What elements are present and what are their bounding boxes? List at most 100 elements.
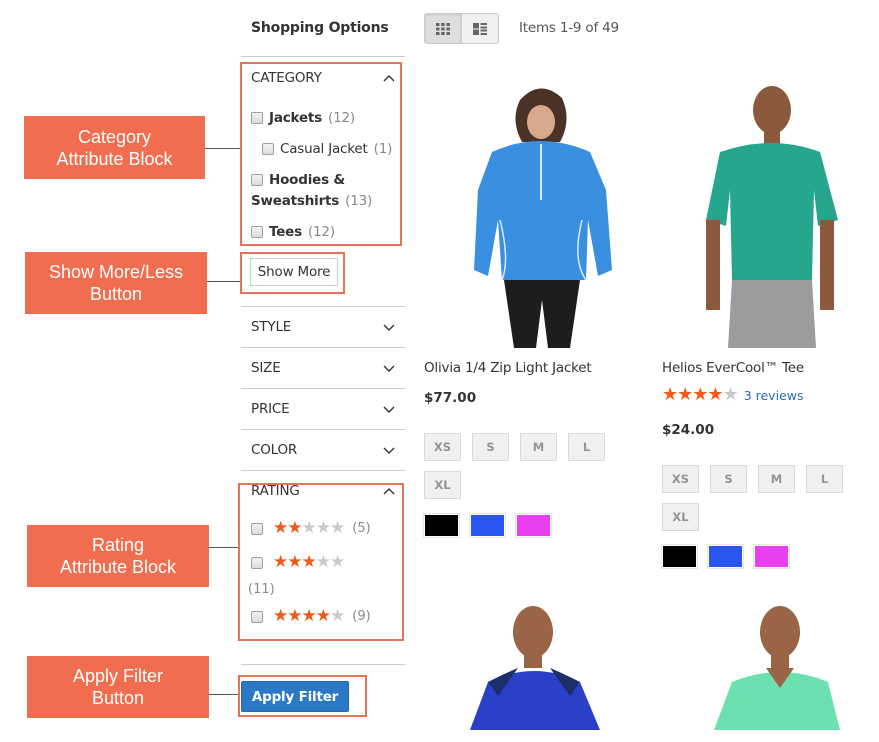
- filter-price-header[interactable]: PRICE: [251, 401, 396, 417]
- size-swatch-m[interactable]: M: [520, 433, 557, 461]
- divider: [241, 388, 405, 389]
- color-swatch-blue[interactable]: [469, 513, 506, 538]
- grid-view-button[interactable]: [425, 14, 462, 43]
- star-filled-icon: ★: [287, 552, 302, 572]
- star-rating: ★ ★ ★ ★ ★: [662, 384, 739, 405]
- divider: [241, 470, 405, 471]
- option-label: Hoodies &: [269, 172, 346, 188]
- option-label: Casual Jacket: [280, 141, 368, 157]
- option-count: (11): [248, 582, 275, 597]
- star-filled-icon: ★: [662, 384, 678, 405]
- color-swatch-purple[interactable]: [753, 544, 790, 569]
- callout-text-line2: Button: [89, 284, 143, 304]
- apply-filter-button[interactable]: Apply Filter: [241, 681, 349, 712]
- filter-price-label: PRICE: [251, 401, 290, 417]
- color-swatches: [661, 544, 790, 569]
- star-filled-icon: ★: [707, 384, 723, 405]
- rating-option-4-stars[interactable]: ★ ★ ★ ★ ★ (9): [251, 608, 371, 625]
- callout-text-line1: Rating: [91, 535, 145, 555]
- product-photo-jacket: [474, 88, 612, 348]
- show-more-button[interactable]: Show More: [250, 258, 338, 286]
- checkbox[interactable]: [251, 226, 263, 238]
- star-filled-icon: ★: [273, 552, 288, 572]
- filter-category-header[interactable]: CATEGORY: [251, 70, 396, 86]
- grid-icon: [436, 22, 450, 35]
- divider: [241, 306, 405, 307]
- size-swatch-l[interactable]: L: [806, 465, 843, 493]
- callout-text-line1: Show More/Less: [48, 262, 184, 282]
- size-swatch-l[interactable]: L: [568, 433, 605, 461]
- connector-line: [207, 281, 240, 282]
- view-mode-toggle: [424, 13, 499, 44]
- checkbox[interactable]: [251, 522, 263, 535]
- callout-show-more-button: Show More/Less Button: [25, 252, 207, 314]
- product-image[interactable]: [440, 80, 640, 348]
- star-empty-icon: ★: [315, 518, 331, 538]
- color-swatch-purple[interactable]: [515, 513, 552, 538]
- product-photo-tee: [706, 86, 838, 348]
- chevron-down-icon: [383, 324, 395, 331]
- filter-rating-label: RATING: [251, 483, 300, 499]
- color-swatch-blue[interactable]: [707, 544, 744, 569]
- star-rating: ★ ★ ★ ★ ★: [273, 606, 345, 626]
- star-filled-icon: ★: [677, 384, 693, 405]
- divider: [241, 56, 405, 57]
- size-swatch-xs[interactable]: XS: [662, 465, 699, 493]
- rating-option-2-stars[interactable]: ★ ★ ★ ★ ★ (5): [251, 520, 371, 537]
- checkbox[interactable]: [251, 556, 263, 569]
- checkbox[interactable]: [251, 174, 263, 186]
- option-label: Jackets: [269, 110, 322, 126]
- star-rating: ★ ★ ★ ★ ★: [273, 552, 345, 572]
- product-image[interactable]: [468, 600, 603, 730]
- option-count: (12): [307, 224, 335, 240]
- chevron-up-icon: [383, 75, 395, 82]
- list-view-button[interactable]: [462, 14, 498, 43]
- product-reviews: ★ ★ ★ ★ ★ 3 reviews: [662, 386, 803, 404]
- rating-option-3-stars[interactable]: ★ ★ ★ ★ ★: [251, 552, 345, 572]
- star-empty-icon: ★: [301, 518, 317, 538]
- star-filled-icon: ★: [315, 606, 331, 626]
- size-swatch-s[interactable]: S: [472, 433, 509, 461]
- filter-color-header[interactable]: COLOR: [251, 442, 396, 458]
- size-swatch-s[interactable]: S: [710, 465, 747, 493]
- filter-size-header[interactable]: SIZE: [251, 360, 396, 376]
- option-count: (12): [328, 110, 355, 126]
- product-image[interactable]: [710, 600, 845, 730]
- size-swatch-xl[interactable]: XL: [662, 503, 699, 531]
- reviews-link[interactable]: 3 reviews: [744, 388, 804, 403]
- category-option-hoodies-sweatshirts[interactable]: Hoodies &: [251, 172, 345, 188]
- checkbox[interactable]: [251, 610, 263, 623]
- filter-rating-header[interactable]: RATING: [251, 483, 396, 499]
- size-swatch-xs[interactable]: XS: [424, 433, 461, 461]
- size-swatches: XS S M L XL: [662, 465, 862, 531]
- size-swatch-xl[interactable]: XL: [424, 471, 461, 499]
- color-swatch-black[interactable]: [423, 513, 460, 538]
- star-empty-icon: ★: [315, 552, 331, 572]
- star-filled-icon: ★: [273, 518, 288, 538]
- filter-style-header[interactable]: STYLE: [251, 319, 396, 335]
- product-name-link[interactable]: Helios EverCool™ Tee: [662, 360, 804, 376]
- product-photo-mint-tee: [714, 606, 840, 730]
- callout-category-attribute-block: Category Attribute Block: [24, 116, 205, 179]
- star-filled-icon: ★: [301, 552, 317, 572]
- option-label: Sweatshirts: [251, 193, 340, 209]
- category-option-hoodies-sweatshirts-line2[interactable]: Sweatshirts (13): [251, 193, 372, 209]
- callout-text-line1: Category: [77, 126, 152, 147]
- option-count: (9): [352, 609, 371, 624]
- product-image[interactable]: [680, 80, 850, 348]
- option-count: (13): [345, 193, 373, 209]
- color-swatch-black[interactable]: [661, 544, 698, 569]
- category-option-jackets[interactable]: Jackets (12): [251, 110, 355, 126]
- callout-text-line1: Apply Filter: [72, 666, 164, 686]
- star-empty-icon: ★: [330, 518, 345, 538]
- size-swatch-m[interactable]: M: [758, 465, 795, 493]
- star-empty-icon: ★: [330, 606, 345, 626]
- callout-text-line2: Attribute Block: [56, 148, 173, 169]
- checkbox[interactable]: [251, 112, 263, 124]
- checkbox[interactable]: [262, 143, 274, 155]
- category-option-casual-jacket[interactable]: Casual Jacket (1): [262, 141, 392, 157]
- product-name-link[interactable]: Olivia 1/4 Zip Light Jacket: [424, 360, 592, 376]
- category-option-tees[interactable]: Tees (12): [251, 224, 335, 240]
- filter-category-label: CATEGORY: [251, 70, 322, 86]
- star-empty-icon: ★: [722, 384, 739, 405]
